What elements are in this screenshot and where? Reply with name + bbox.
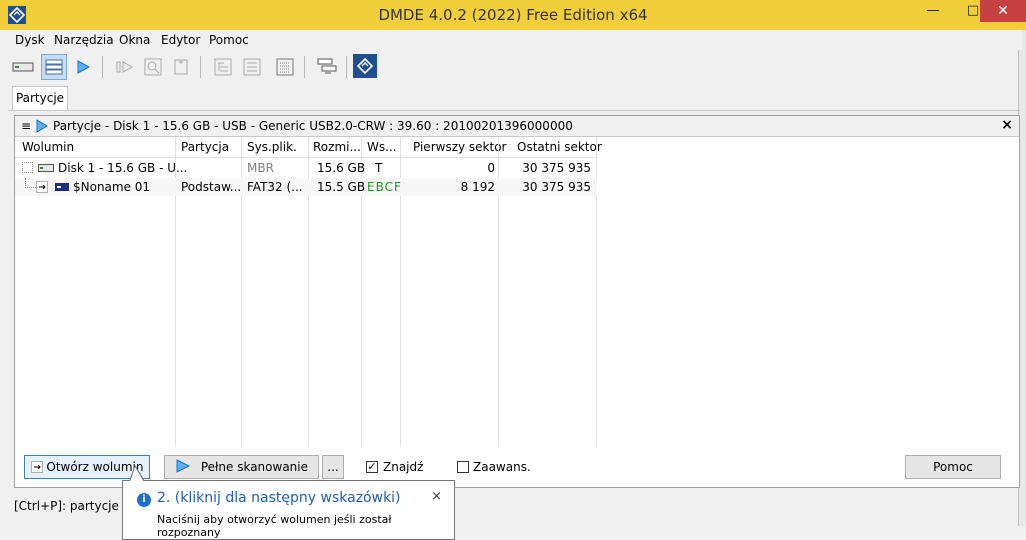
tooltip-title[interactable]: 2. (kliknij dla następny wskazówki) xyxy=(157,490,401,506)
drive-icon[interactable] xyxy=(10,54,36,80)
advanced-label: Zaawans. xyxy=(473,460,531,474)
toolbar-separator xyxy=(200,56,201,78)
tooltip-arrow-fill xyxy=(130,467,144,482)
volume-name: $Noname 01 xyxy=(73,180,151,194)
last-sector: 30 375 935 xyxy=(522,161,591,175)
file-list-icon[interactable] xyxy=(239,54,265,80)
menu-windows[interactable]: Okna xyxy=(119,33,150,47)
tree-view-icon[interactable] xyxy=(210,54,236,80)
full-scan-button[interactable]: Pełne skanowanie xyxy=(164,455,319,479)
menu-editor[interactable]: Edytor xyxy=(161,33,200,47)
title-bar: DMDE 4.0.2 (2022) Free Edition x64 — □ ✕ xyxy=(0,0,1026,30)
menu-bar: Dysk Narzędzia Okna Edytor Pomoc xyxy=(8,30,1022,50)
sector-editor-icon[interactable] xyxy=(314,54,340,80)
flags: T xyxy=(375,161,383,175)
column-header-partition[interactable]: Partycja xyxy=(181,140,229,154)
window-title: DMDE 4.0.2 (2022) Free Edition x64 xyxy=(378,6,648,24)
open-volume-icon xyxy=(36,181,48,193)
advanced-checkbox[interactable] xyxy=(457,461,469,473)
filesystem: FAT32 (... xyxy=(247,180,303,194)
menu-disk[interactable]: Dysk xyxy=(15,33,45,47)
panel-menu-icon[interactable]: ≡ xyxy=(21,119,31,133)
column-header-size[interactable]: Rozmi... xyxy=(313,140,361,154)
find-checkbox[interactable]: ✓ xyxy=(366,461,378,473)
partition-type: Podstaw... xyxy=(181,180,242,194)
first-sector: 8 192 xyxy=(460,180,495,194)
table-row[interactable]: $Noname 01 Podstaw... FAT32 (... 15.5 GB… xyxy=(15,178,597,196)
search-sector-icon[interactable] xyxy=(140,54,166,80)
full-scan-label: Pełne skanowanie xyxy=(200,460,308,474)
column-header-flags[interactable]: Ws... xyxy=(367,140,397,154)
expand-toggle[interactable] xyxy=(22,162,33,173)
column-header-filesystem[interactable]: Sys.plik. xyxy=(247,140,297,154)
minimize-button[interactable]: — xyxy=(918,0,948,22)
play-icon xyxy=(36,119,48,133)
step-forward-icon[interactable] xyxy=(112,54,138,80)
hex-view-icon[interactable] xyxy=(272,54,298,80)
header-divider xyxy=(15,157,597,158)
new-file-icon[interactable] xyxy=(168,54,194,80)
toolbar-separator xyxy=(102,56,103,78)
toolbar-separator xyxy=(346,56,347,78)
table-row[interactable]: Disk 1 - 15.6 GB - U... MBR 15.6 GB T 0 … xyxy=(15,159,597,177)
hint-tooltip[interactable]: i 2. (kliknij dla następny wskazówki) × … xyxy=(122,465,455,540)
play-icon xyxy=(176,459,191,473)
menu-help[interactable]: Pomoc xyxy=(209,33,249,47)
panel-header: ≡ Partycje - Disk 1 - 15.6 GB - USB - Ge… xyxy=(15,116,1019,137)
flags: EBCF xyxy=(367,180,402,194)
toolbar-separator xyxy=(304,56,305,78)
tooltip-close-button[interactable]: × xyxy=(431,489,442,504)
tree-connector xyxy=(25,178,36,188)
more-options-button[interactable]: ... xyxy=(322,455,344,479)
toolbar xyxy=(8,50,1022,84)
last-sector: 30 375 935 xyxy=(522,180,591,194)
dmde-logo-icon[interactable] xyxy=(353,54,377,78)
tab-bar: Partycje xyxy=(8,86,1020,111)
panel-close-button[interactable]: × xyxy=(1001,117,1013,133)
tab-partitions[interactable]: Partycje xyxy=(12,86,68,110)
find-label: Znajdź xyxy=(383,460,424,474)
size: 15.5 GB xyxy=(317,180,366,194)
size: 15.6 GB xyxy=(317,161,366,175)
play-icon[interactable] xyxy=(70,54,96,80)
partition-icon xyxy=(55,183,69,191)
tooltip-body: Naciśnij aby otworzyć wolumen jeśli zost… xyxy=(157,513,392,539)
filesystem: MBR xyxy=(247,161,274,175)
disk-icon xyxy=(38,164,54,172)
volume-name: Disk 1 - 15.6 GB - U... xyxy=(58,161,188,175)
info-icon: i xyxy=(137,493,151,507)
partitions-table: Wolumin Partycja Sys.plik. Rozmi... Ws..… xyxy=(15,137,1019,447)
open-volume-icon xyxy=(30,461,43,473)
first-sector: 0 xyxy=(487,161,495,175)
close-window-button[interactable]: ✕ xyxy=(980,0,1026,22)
menu-tools[interactable]: Narzędzia xyxy=(54,33,114,47)
column-header-last-sector[interactable]: Ostatni sektor xyxy=(517,140,602,154)
help-button[interactable]: Pomoc xyxy=(905,455,1001,479)
column-header-volume[interactable]: Wolumin xyxy=(22,140,74,154)
panel-title: Partycje - Disk 1 - 15.6 GB - USB - Gene… xyxy=(53,119,573,133)
partitions-panel: ≡ Partycje - Disk 1 - 15.6 GB - USB - Ge… xyxy=(14,115,1020,488)
partitions-list-icon[interactable] xyxy=(41,54,67,80)
column-header-first-sector[interactable]: Pierwszy sektor xyxy=(413,140,506,154)
